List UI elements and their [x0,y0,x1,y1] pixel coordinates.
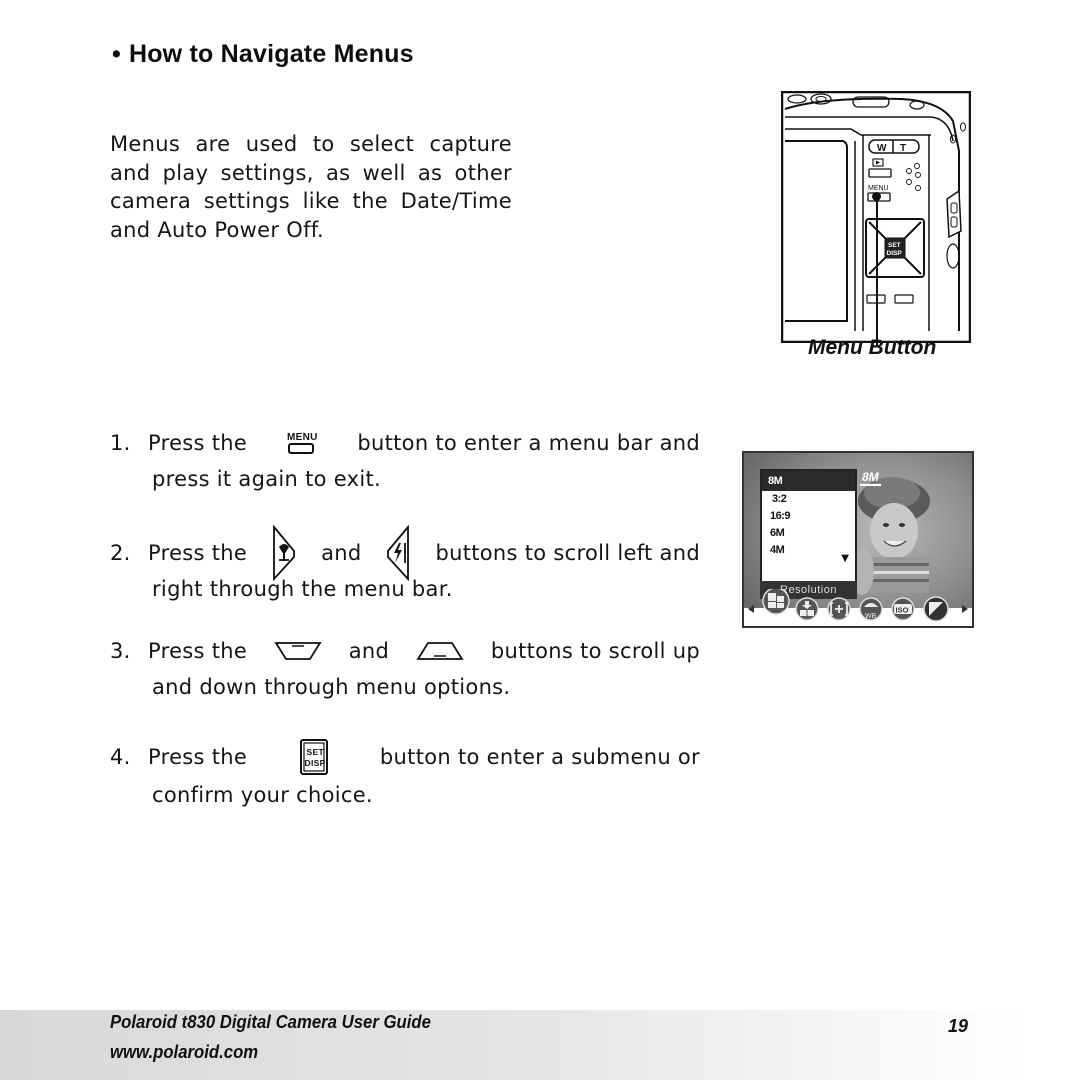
intro-paragraph: Menus are used to select capture and pla… [110,130,512,244]
callout-dot [872,192,881,201]
menu-option-selected[interactable]: 8M [762,471,855,491]
set-label: SET [888,242,901,249]
heading-bullet: • [112,40,121,68]
callout-line [876,196,878,346]
menu-option[interactable]: 3:2 [762,491,855,508]
nav-left-icon [748,605,754,613]
page-number: 19 [948,1016,969,1036]
step-text: Press the [148,639,248,663]
step-text: buttons to scroll up [490,639,700,663]
metering-icon [827,597,851,621]
step-number: 1. [110,431,131,455]
step-text: and down through menu options. [152,675,511,699]
menu-icon-label: MENU [287,432,318,443]
menu-button-callout: Menu Button [808,336,937,359]
menu-option[interactable]: 16:9 [762,508,855,525]
menu-label: MENU [868,185,889,192]
set-disp-button-icon: SET DISP [299,739,328,775]
lcd-menu-screenshot: 8M 3:2 16:9 6M 4M ▼ Resolution 8M WB ISO [742,451,974,628]
quality-icon [795,597,819,621]
step-item: 3. Press the and buttons to scroll up an… [110,633,700,705]
section-heading: • How to Navigate Menus [112,40,414,69]
step-text: Press the [148,745,248,769]
footer-title: Polaroid t830 Digital Camera User Guide [110,1012,431,1032]
step-text: Press the [148,431,248,455]
disp-label: DISP [887,250,903,257]
step-number: 2. [110,541,131,565]
iso-label: ISO [896,606,909,615]
step-number: 3. [110,639,131,663]
iso-icon: ISO [891,597,915,621]
menu-button-icon: MENU [287,432,318,454]
resolution-badge: 8M [860,470,881,486]
resolution-menu: 8M 3:2 16:9 6M 4M ▼ [760,469,857,585]
wb-label: WB [865,613,877,620]
scroll-down-icon: ▼ [841,553,849,564]
nav-right-icon [962,605,968,613]
step-text: button to enter a submenu or [379,745,700,769]
disp-icon-label: DISP [304,758,325,768]
footer-url[interactable]: www.polaroid.com [110,1042,258,1063]
step-item: 2. Press the and buttons to scroll left … [110,525,700,607]
step-number: 4. [110,745,131,769]
white-balance-icon: WB [859,597,883,621]
menu-icon-bar: WB ISO [748,589,968,622]
menu-option[interactable]: 6M [762,525,855,542]
intro-line: and play settings, as well as other [110,160,512,185]
section-title: How to Navigate Menus [128,40,414,68]
step-text: confirm your choice. [152,783,373,807]
step-text: and [348,639,390,663]
exposure-icon [923,596,949,622]
step-text: and [321,541,362,565]
step-item: 1. Press the MENU button to enter a menu… [110,425,700,497]
intro-line: Menus are used to select capture [110,132,512,156]
intro-line: camera settings like the Date/Time [110,189,512,213]
intro-line: and Auto Power Off. [110,217,324,242]
zoom-wide-label: W [877,143,887,154]
down-button-icon [274,642,322,660]
step-text: press it again to exit. [152,467,381,491]
resolution-icon [762,589,790,615]
step-text: buttons to scroll left and [435,541,700,565]
set-icon-label: SET [306,747,324,757]
step-item: 4. Press the SET DISP button to enter a … [110,737,700,813]
step-text: button to enter a menu bar and [357,431,700,455]
up-button-icon [416,642,464,660]
zoom-tele-label: T [900,143,906,154]
step-text: Press the [148,541,248,565]
